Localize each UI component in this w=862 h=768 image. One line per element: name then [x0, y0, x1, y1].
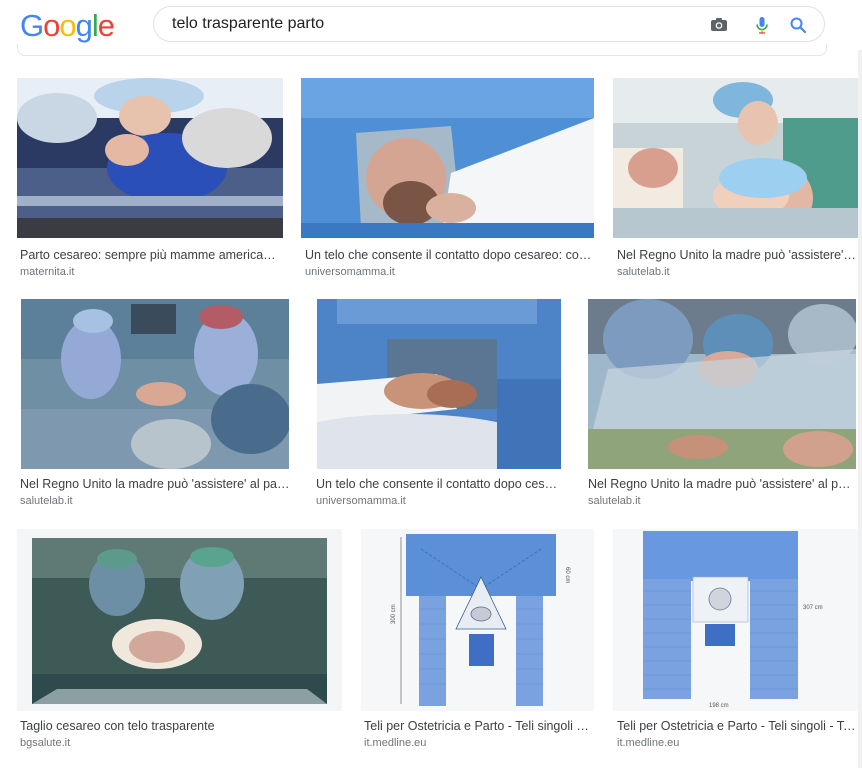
header: Google — [0, 0, 862, 50]
image-result[interactable]: Nel Regno Unito la madre può 'assistere'… — [17, 299, 290, 511]
result-caption[interactable]: Teli per Ostetricia e Parto - Teli singo… — [617, 719, 859, 733]
result-source[interactable]: salutelab.it — [20, 495, 73, 507]
result-caption[interactable]: Parto cesareo: sempre più mamme american… — [20, 248, 282, 262]
result-source[interactable]: universomamma.it — [305, 266, 395, 278]
logo-letter: G — [20, 8, 44, 43]
result-caption[interactable]: Taglio cesareo con telo trasparente — [20, 719, 340, 733]
result-source[interactable]: it.medline.eu — [364, 737, 426, 749]
search-icon[interactable] — [788, 15, 808, 35]
image-result[interactable]: Parto cesareo: sempre più mamme american… — [17, 78, 283, 278]
image-result[interactable]: 300 cm 60 cm Teli per Ostetricia e Parto… — [361, 529, 594, 751]
result-source[interactable]: maternita.it — [20, 266, 74, 278]
result-thumbnail[interactable] — [588, 299, 856, 469]
result-source[interactable]: bgsalute.it — [20, 737, 70, 749]
result-thumbnail[interactable] — [317, 299, 561, 469]
result-thumbnail[interactable] — [21, 299, 289, 469]
image-result[interactable]: 307 cm 198 cm Teli per Ostetricia e Part… — [613, 529, 860, 751]
result-source[interactable]: salutelab.it — [588, 495, 641, 507]
logo-letter: e — [97, 8, 115, 43]
search-input[interactable] — [172, 13, 692, 35]
result-caption[interactable]: Nel Regno Unito la madre può 'assistere'… — [588, 477, 856, 491]
result-source[interactable]: universomamma.it — [316, 495, 406, 507]
image-result[interactable]: Nel Regno Unito la madre può 'assistere'… — [613, 78, 860, 278]
result-caption[interactable]: Nel Regno Unito la madre può 'assistere'… — [20, 477, 290, 491]
diagram-side-label: 60 cm — [564, 567, 570, 583]
result-thumbnail[interactable] — [613, 78, 860, 238]
scrollbar[interactable] — [858, 50, 862, 768]
result-thumbnail[interactable] — [301, 78, 594, 238]
result-thumbnail[interactable]: 307 cm 198 cm — [613, 529, 860, 711]
result-source[interactable]: it.medline.eu — [617, 737, 679, 749]
logo-letter: o — [43, 8, 60, 43]
diagram-height-label: 300 cm — [391, 604, 397, 624]
image-result[interactable]: Un telo che consente il contatto dopo ce… — [301, 78, 595, 278]
result-source[interactable]: salutelab.it — [617, 266, 670, 278]
image-result[interactable]: Un telo che consente il contatto dopo ce… — [313, 299, 563, 511]
result-thumbnail[interactable] — [17, 529, 342, 711]
result-caption[interactable]: Un telo che consente il contatto dopo ce… — [305, 248, 593, 262]
search-box[interactable] — [153, 6, 825, 42]
diagram-width-label: 198 cm — [709, 703, 729, 709]
result-caption[interactable]: Nel Regno Unito la madre può 'assistere'… — [617, 248, 858, 262]
result-thumbnail[interactable]: 300 cm 60 cm — [361, 529, 594, 711]
diagram-height-label: 307 cm — [803, 605, 823, 611]
camera-icon[interactable] — [709, 15, 729, 35]
result-thumbnail[interactable] — [17, 78, 283, 238]
logo-letter: o — [59, 8, 76, 43]
result-caption[interactable]: Teli per Ostetricia e Parto - Teli singo… — [364, 719, 592, 733]
image-result[interactable]: Taglio cesareo con telo trasparente bgsa… — [17, 529, 342, 751]
tools-bar — [17, 44, 827, 56]
result-caption[interactable]: Un telo che consente il contatto dopo ce… — [316, 477, 561, 491]
logo-letter: g — [75, 8, 93, 43]
microphone-icon[interactable] — [752, 15, 772, 35]
image-result[interactable]: Nel Regno Unito la madre può 'assistere'… — [586, 299, 858, 511]
google-logo[interactable]: Google — [20, 8, 115, 44]
